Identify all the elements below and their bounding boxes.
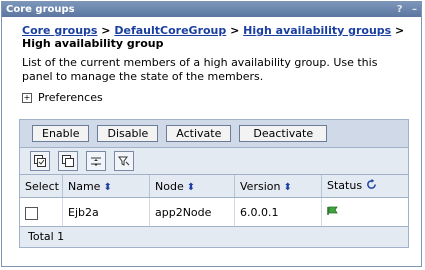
minimize-icon[interactable]: – (412, 4, 417, 15)
column-select: Select (20, 175, 63, 198)
row-status (321, 197, 408, 227)
column-version[interactable]: Version ⬍ (234, 175, 322, 198)
refresh-icon[interactable] (366, 179, 377, 193)
expand-icon[interactable]: + (22, 92, 32, 103)
sort-icon[interactable]: ⬍ (187, 182, 195, 193)
breadcrumb-ha-groups[interactable]: High availability groups (243, 24, 391, 37)
portlet-titlebar: Core groups ? – (2, 2, 421, 17)
deselect-all-icon[interactable] (58, 151, 78, 171)
preferences-toggle[interactable]: + Preferences (22, 91, 408, 104)
select-all-icon[interactable] (30, 151, 50, 171)
table-row: Ejb2a app2Node 6.0.0.1 (20, 197, 408, 227)
column-version-label[interactable]: Version (240, 180, 280, 193)
breadcrumb-default-core-group[interactable]: DefaultCoreGroup (114, 24, 226, 37)
main-content: Core groups > DefaultCoreGroup > High av… (22, 24, 408, 104)
breadcrumb-current: High availability group (22, 37, 164, 50)
breadcrumb: Core groups > DefaultCoreGroup > High av… (22, 24, 408, 50)
column-node[interactable]: Node ⬍ (149, 175, 235, 198)
activate-button[interactable]: Activate (166, 125, 232, 142)
row-node: app2Node (149, 197, 235, 227)
column-name[interactable]: Name ⬍ (62, 175, 150, 198)
core-groups-portlet: Core groups ? – Core groups > DefaultCor… (1, 1, 422, 267)
page-description: List of the current members of a high av… (22, 56, 378, 83)
sort-icon[interactable]: ⬍ (103, 182, 111, 193)
portlet-controls: ? – (391, 2, 417, 17)
running-icon (327, 206, 338, 219)
portlet-title: Core groups (6, 4, 75, 15)
breadcrumb-separator: > (230, 24, 240, 37)
row-checkbox[interactable] (25, 206, 38, 220)
action-button-bar: Enable Disable Activate Deactivate (20, 120, 408, 148)
column-node-label[interactable]: Node (155, 180, 184, 193)
members-table-panel: Enable Disable Activate Deactivate Selec… (19, 119, 409, 248)
row-name: Ejb2a (62, 197, 150, 227)
row-version: 6.0.0.1 (234, 197, 322, 227)
disable-button[interactable]: Disable (97, 125, 159, 142)
column-name-label[interactable]: Name (68, 180, 100, 193)
table-total: Total 1 (20, 227, 408, 247)
filter-icon[interactable] (114, 151, 134, 171)
enable-button[interactable]: Enable (32, 125, 90, 142)
help-icon[interactable]: ? (397, 4, 403, 15)
deactivate-button[interactable]: Deactivate (239, 125, 328, 142)
icon-toolbar (20, 148, 408, 175)
breadcrumb-separator: > (101, 24, 111, 37)
breadcrumb-separator: > (395, 24, 405, 37)
row-select-cell (20, 197, 63, 227)
preferences-label[interactable]: Preferences (38, 91, 103, 104)
sort-icon[interactable]: ⬍ (283, 182, 291, 193)
members-table: Select Name ⬍ Node ⬍ Version ⬍ Status Ejb2a… (20, 175, 408, 227)
column-status-label: Status (327, 179, 363, 192)
breadcrumb-core-groups[interactable]: Core groups (22, 24, 97, 37)
move-icon[interactable] (86, 151, 106, 171)
table-header-row: Select Name ⬍ Node ⬍ Version ⬍ Status (20, 175, 408, 198)
column-status: Status (321, 175, 408, 198)
